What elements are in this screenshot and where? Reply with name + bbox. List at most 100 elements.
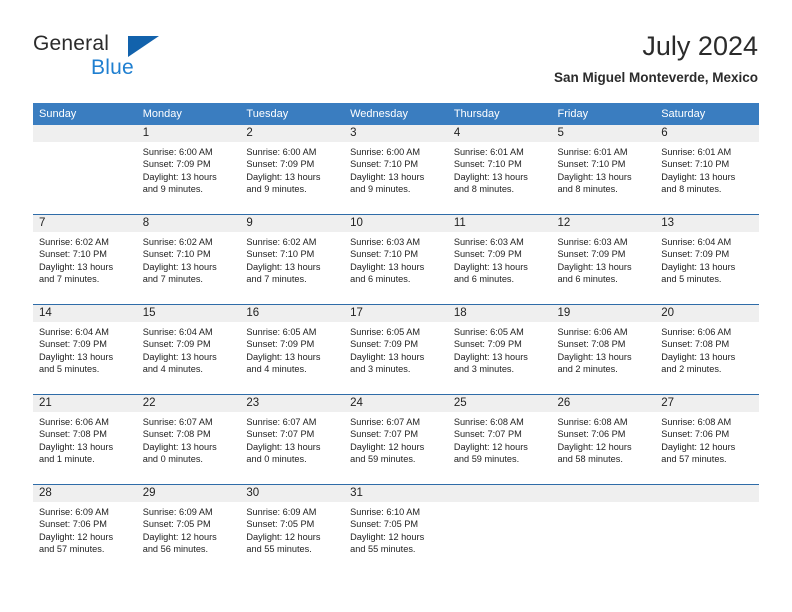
- daylight-text-line2: and 2 minutes.: [557, 363, 618, 374]
- week-row-inner: 14 Sunrise: 6:04 AM Sunset: 7:09 PM Dayligh…: [33, 305, 759, 394]
- day-cell[interactable]: 2 Sunrise: 6:00 AM Sunset: 7:09 PM Daylight…: [240, 125, 345, 214]
- sunset-text: Sunset: 7:10 PM: [350, 249, 419, 260]
- sunrise-text: Sunrise: 6:00 AM: [350, 147, 421, 157]
- weekday-header-monday: Monday: [142, 108, 182, 120]
- day-number: [551, 485, 656, 502]
- day-details: Sunrise: 6:02 AM Sunset: 7:10 PM Daylight:…: [137, 232, 241, 285]
- sunrise-text: Sunrise: 6:02 AM: [39, 237, 109, 247]
- sunset-text: Sunset: 7:10 PM: [246, 249, 315, 260]
- daylight-text-line2: and 7 minutes.: [142, 273, 203, 284]
- sunrise-text: Sunrise: 6:08 AM: [661, 417, 732, 427]
- day-number: 13: [655, 215, 759, 232]
- day-cell[interactable]: 13 Sunrise: 6:04 AM Sunset: 7:09 PM Dayligh…: [655, 215, 759, 304]
- week-row-inner: 21 Sunrise: 6:06 AM Sunset: 7:08 PM Dayligh…: [33, 395, 759, 484]
- day-cell[interactable]: 28 Sunrise: 6:09 AM Sunset: 7:06 PM Dayligh…: [33, 485, 137, 574]
- day-number: 8: [136, 215, 241, 232]
- day-cell[interactable]: 30 Sunrise: 6:09 AM Sunset: 7:05 PM Dayligh…: [240, 485, 345, 574]
- sunset-text: Sunset: 7:10 PM: [350, 159, 419, 170]
- sunrise-text: Sunrise: 6:01 AM: [557, 147, 628, 157]
- day-cell[interactable]: 17 Sunrise: 6:05 AM Sunset: 7:09 PM Dayligh…: [344, 305, 448, 394]
- day-cell[interactable]: 4 Sunrise: 6:01 AM Sunset: 7:10 PM Daylight…: [447, 125, 552, 214]
- sunset-text: Sunset: 7:08 PM: [661, 339, 730, 350]
- day-cell[interactable]: 24 Sunrise: 6:07 AM Sunset: 7:07 PM Dayligh…: [344, 395, 448, 484]
- sunset-text: Sunset: 7:09 PM: [350, 339, 419, 350]
- daylight-text-line1: Daylight: 13 hours: [142, 261, 217, 272]
- day-cell[interactable]: 22 Sunrise: 6:07 AM Sunset: 7:08 PM Dayligh…: [136, 395, 241, 484]
- day-details: Sunrise: 6:03 AM Sunset: 7:09 PM Daylight:…: [552, 232, 656, 285]
- day-cell[interactable]: 15 Sunrise: 6:04 AM Sunset: 7:09 PM Dayligh…: [136, 305, 241, 394]
- weekday-header-saturday: Saturday: [661, 108, 706, 120]
- daylight-text-line2: and 6 minutes.: [453, 273, 515, 284]
- day-cell[interactable]: 20 Sunrise: 6:06 AM Sunset: 7:08 PM Dayligh…: [655, 305, 759, 394]
- calendar-grid: Sunday Monday Tuesday Wednesday Thursday…: [33, 103, 759, 574]
- daylight-text-line1: Daylight: 13 hours: [142, 171, 217, 182]
- daylight-text-line2: and 9 minutes.: [246, 183, 307, 194]
- day-number: 3: [344, 125, 448, 142]
- day-cell[interactable]: 29 Sunrise: 6:09 AM Sunset: 7:05 PM Dayligh…: [136, 485, 241, 574]
- day-cell[interactable]: 6 Sunrise: 6:01 AM Sunset: 7:10 PM Daylight…: [655, 125, 759, 214]
- day-number: 19: [551, 305, 656, 322]
- page-header: General Blue July 2024 San Miguel Montev…: [0, 0, 792, 103]
- day-cell[interactable]: 21 Sunrise: 6:06 AM Sunset: 7:08 PM Dayligh…: [33, 395, 137, 484]
- daylight-text-line1: Daylight: 13 hours: [661, 351, 736, 362]
- day-cell[interactable]: 12 Sunrise: 6:03 AM Sunset: 7:09 PM Dayligh…: [551, 215, 656, 304]
- day-cell[interactable]: 1 Sunrise: 6:00 AM Sunset: 7:09 PM Daylight…: [136, 125, 241, 214]
- day-cell[interactable]: 31 Sunrise: 6:10 AM Sunset: 7:05 PM Dayligh…: [344, 485, 448, 574]
- day-number: 9: [240, 215, 345, 232]
- daylight-text-line2: and 8 minutes.: [661, 183, 722, 194]
- day-number: 12: [551, 215, 656, 232]
- page-subtitle: San Miguel Monteverde, Mexico: [553, 70, 758, 85]
- daylight-text-line1: Daylight: 13 hours: [39, 351, 114, 362]
- sunrise-text: Sunrise: 6:05 AM: [246, 327, 317, 337]
- day-cell[interactable]: 26 Sunrise: 6:08 AM Sunset: 7:06 PM Dayligh…: [551, 395, 656, 484]
- daylight-text-line2: and 57 minutes.: [39, 543, 105, 554]
- sunrise-text: Sunrise: 6:06 AM: [39, 417, 109, 427]
- week-row: 28 Sunrise: 6:09 AM Sunset: 7:06 PM Dayligh…: [33, 484, 759, 574]
- sunrise-text: Sunrise: 6:06 AM: [661, 327, 732, 337]
- day-cell[interactable]: 10 Sunrise: 6:03 AM Sunset: 7:10 PM Dayligh…: [344, 215, 448, 304]
- daylight-text-line1: Daylight: 12 hours: [557, 441, 632, 452]
- week-row: 21 Sunrise: 6:06 AM Sunset: 7:08 PM Dayligh…: [33, 394, 759, 484]
- weekday-header-row: Sunday Monday Tuesday Wednesday Thursday…: [33, 103, 759, 125]
- daylight-text-line1: Daylight: 13 hours: [661, 261, 736, 272]
- day-cell[interactable]: 23 Sunrise: 6:07 AM Sunset: 7:07 PM Dayligh…: [240, 395, 345, 484]
- day-cell[interactable]: 19 Sunrise: 6:06 AM Sunset: 7:08 PM Dayligh…: [551, 305, 656, 394]
- day-cell[interactable]: 3 Sunrise: 6:00 AM Sunset: 7:10 PM Daylight…: [344, 125, 448, 214]
- daylight-text-line1: Daylight: 13 hours: [350, 351, 425, 362]
- day-details: Sunrise: 6:03 AM Sunset: 7:09 PM Daylight:…: [448, 232, 552, 285]
- day-number: [33, 125, 137, 142]
- daylight-text-line2: and 59 minutes.: [453, 453, 520, 464]
- sunset-text: Sunset: 7:10 PM: [142, 249, 211, 260]
- day-number: 25: [447, 395, 552, 412]
- sunrise-text: Sunrise: 6:03 AM: [453, 237, 524, 247]
- day-cell[interactable]: 16 Sunrise: 6:05 AM Sunset: 7:09 PM Dayligh…: [240, 305, 345, 394]
- day-cell[interactable]: 5 Sunrise: 6:01 AM Sunset: 7:10 PM Daylight…: [551, 125, 656, 214]
- day-cell[interactable]: 8 Sunrise: 6:02 AM Sunset: 7:10 PM Daylight…: [136, 215, 241, 304]
- day-cell[interactable]: 25 Sunrise: 6:08 AM Sunset: 7:07 PM Dayligh…: [447, 395, 552, 484]
- daylight-text-line1: Daylight: 13 hours: [661, 171, 736, 182]
- sunrise-text: Sunrise: 6:07 AM: [350, 417, 421, 427]
- daylight-text-line1: Daylight: 13 hours: [557, 261, 632, 272]
- day-cell[interactable]: 14 Sunrise: 6:04 AM Sunset: 7:09 PM Dayligh…: [33, 305, 137, 394]
- daylight-text-line1: Daylight: 13 hours: [39, 441, 114, 452]
- daylight-text-line2: and 5 minutes.: [661, 273, 722, 284]
- day-details: Sunrise: 6:04 AM Sunset: 7:09 PM Daylight:…: [33, 322, 137, 375]
- day-number: [447, 485, 552, 502]
- daylight-text-line1: Daylight: 13 hours: [246, 261, 321, 272]
- generalblue-logo[interactable]: General Blue: [33, 32, 233, 84]
- day-number: 31: [344, 485, 448, 502]
- day-cell[interactable]: 18 Sunrise: 6:05 AM Sunset: 7:09 PM Dayligh…: [447, 305, 552, 394]
- sunset-text: Sunset: 7:08 PM: [557, 339, 626, 350]
- day-cell[interactable]: 11 Sunrise: 6:03 AM Sunset: 7:09 PM Dayligh…: [447, 215, 552, 304]
- day-cell[interactable]: 27 Sunrise: 6:08 AM Sunset: 7:06 PM Dayligh…: [655, 395, 759, 484]
- daylight-text-line2: and 8 minutes.: [557, 183, 618, 194]
- day-details: Sunrise: 6:00 AM Sunset: 7:09 PM Daylight:…: [137, 142, 241, 195]
- daylight-text-line2: and 3 minutes.: [453, 363, 515, 374]
- daylight-text-line2: and 55 minutes.: [350, 543, 416, 554]
- daylight-text-line1: Daylight: 13 hours: [453, 351, 528, 362]
- daylight-text-line1: Daylight: 13 hours: [39, 261, 114, 272]
- daylight-text-line2: and 2 minutes.: [661, 363, 722, 374]
- day-cell[interactable]: 7 Sunrise: 6:02 AM Sunset: 7:10 PM Daylight…: [33, 215, 137, 304]
- sunset-text: Sunset: 7:05 PM: [142, 519, 211, 530]
- day-cell[interactable]: 9 Sunrise: 6:02 AM Sunset: 7:10 PM Daylight…: [240, 215, 345, 304]
